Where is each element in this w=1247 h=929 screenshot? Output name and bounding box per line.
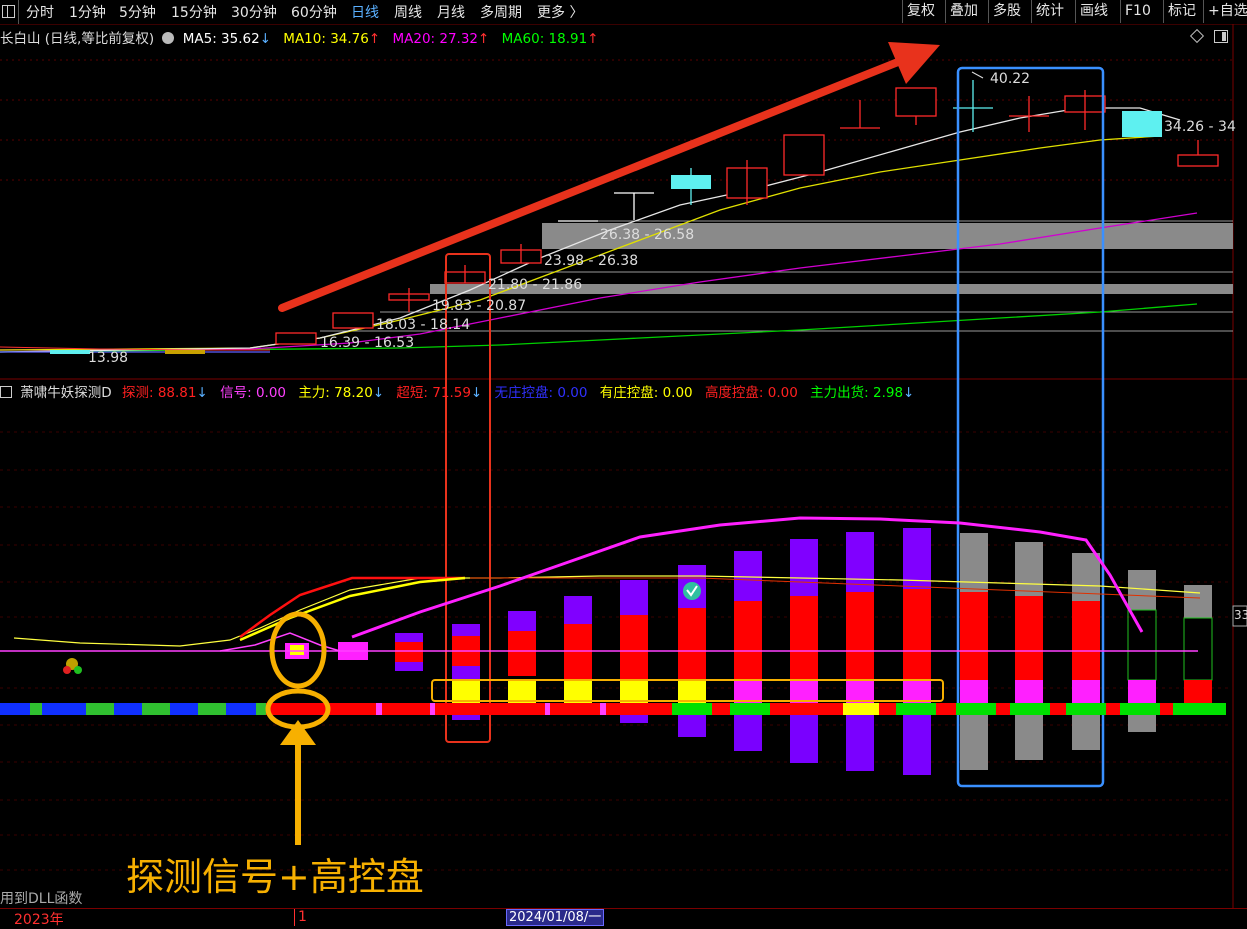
- high-price-label: 40.22: [990, 71, 1031, 87]
- main-chart: [0, 24, 1247, 908]
- range-label: 18.03 - 18.14: [376, 317, 471, 333]
- dll-note: 用到DLL函数: [0, 891, 83, 907]
- time-axis: 2023年 1 2024/01/08/一: [0, 908, 1247, 928]
- ma60-line: [0, 303, 1198, 353]
- indicator-tance: 探测: 88.81↓: [122, 385, 208, 401]
- check-badge-icon: [683, 582, 701, 600]
- indicator-chuhuo: 主力出货: 2.98↓: [810, 385, 915, 401]
- time-axis-cursor-date: 2024/01/08/一: [506, 909, 605, 926]
- range-label: 23.98 - 26.38: [544, 253, 639, 269]
- candle: [895, 87, 937, 117]
- candle: [332, 312, 374, 329]
- range-label: 34.26 - 34: [1164, 119, 1236, 135]
- indicator-wuzhuang: 无庄控盘: 0.00: [494, 385, 588, 401]
- indicator-legend: 萧啸牛妖探测D 探测: 88.81↓ 信号: 0.00 主力: 78.20↓ 超…: [0, 381, 914, 401]
- time-axis-month: 1: [298, 909, 307, 925]
- indicator-xinhao: 信号: 0.00: [220, 385, 287, 401]
- indicator-title: 萧啸牛妖探测D: [20, 385, 112, 401]
- indicator-youzhuang: 有庄控盘: 0.00: [599, 385, 693, 401]
- annotation-text: 探测信号+高控盘: [126, 855, 424, 899]
- low-price-label: 13.98: [88, 350, 129, 366]
- right-axis-tick: 33: [1234, 608, 1247, 622]
- range-label: 26.38 - 26.58: [600, 227, 695, 243]
- candle: [275, 332, 317, 345]
- indicator-zhuli: 主力: 78.20↓: [298, 385, 385, 401]
- trend-arrow: [278, 54, 912, 312]
- range-label: 19.83 - 20.87: [432, 298, 527, 314]
- candle: [1177, 154, 1219, 167]
- candle: [1122, 111, 1162, 137]
- indicator-collapse-icon[interactable]: [0, 386, 12, 398]
- indicator-chaoduan: 超短: 71.59↓: [396, 385, 483, 401]
- range-label: 16.39 - 16.53: [320, 335, 415, 351]
- candle: [783, 134, 825, 176]
- indicator-gaodu: 高度控盘: 0.00: [704, 385, 798, 401]
- range-label: 21.80 - 21.86: [488, 277, 583, 293]
- time-axis-year: 2023年: [14, 912, 64, 928]
